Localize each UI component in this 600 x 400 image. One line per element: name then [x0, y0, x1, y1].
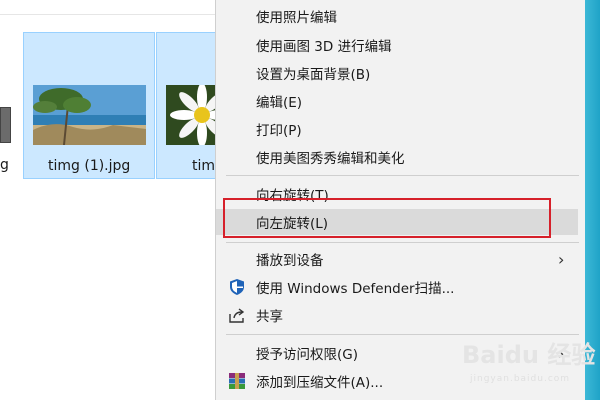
baidu-watermark: Baidu 经验	[462, 341, 596, 369]
menu-separator	[226, 175, 579, 176]
menu-item-rotate-left[interactable]: 向左旋转(L)	[216, 209, 578, 235]
file-name: tim	[192, 158, 216, 174]
menu-item-label: 向右旋转(T)	[256, 188, 329, 204]
menu-item-label: 编辑(E)	[256, 95, 303, 111]
menu-item-defender-scan[interactable]: 使用 Windows Defender扫描...	[216, 274, 578, 300]
menu-item-label: 设置为桌面背景(B)	[256, 67, 371, 83]
chevron-right-icon: ›	[558, 249, 565, 269]
menu-item-print[interactable]: 打印(P)	[216, 116, 578, 142]
baidu-watermark-url: jingyan.baidu.com	[470, 374, 571, 384]
menu-item-edit-with-photos[interactable]: 使用照片编辑	[216, 3, 578, 29]
file-thumbnail-beach	[33, 85, 146, 145]
menu-item-meitu-edit[interactable]: 使用美图秀秀编辑和美化	[216, 144, 578, 170]
menu-item-label: 添加到压缩文件(A)...	[256, 375, 384, 391]
menu-item-label: 共享	[256, 309, 283, 325]
menu-item-edit[interactable]: 编辑(E)	[216, 88, 578, 114]
menu-item-set-desktop-background[interactable]: 设置为桌面背景(B)	[216, 60, 578, 86]
menu-item-label: 使用 Windows Defender扫描...	[256, 281, 455, 297]
partial-file-name: g	[0, 157, 9, 173]
explorer-top-strip	[0, 0, 215, 15]
file-thumbnail-daisy	[166, 85, 221, 145]
file-item-timg-1[interactable]: timg (1).jpg	[23, 32, 155, 179]
menu-item-label: 使用美图秀秀编辑和美化	[256, 151, 405, 167]
menu-item-label: 向左旋转(L)	[256, 216, 329, 232]
menu-item-rotate-right[interactable]: 向右旋转(T)	[216, 181, 578, 207]
menu-item-edit-with-paint3d[interactable]: 使用画图 3D 进行编辑	[216, 32, 578, 58]
menu-item-label: 使用画图 3D 进行编辑	[256, 39, 392, 55]
menu-separator	[226, 242, 579, 243]
file-item-tim[interactable]: tim	[156, 32, 221, 179]
partial-file-thumbnail[interactable]	[0, 107, 11, 143]
menu-item-label: 播放到设备	[256, 253, 324, 269]
menu-item-label: 打印(P)	[256, 123, 302, 139]
shield-icon	[228, 278, 246, 296]
share-icon	[228, 306, 246, 324]
winrar-icon	[228, 372, 246, 390]
menu-item-label: 使用照片编辑	[256, 10, 337, 26]
file-explorer-pane: g timg (1).jpg tim	[0, 0, 221, 400]
menu-item-share[interactable]: 共享	[216, 302, 578, 328]
file-name: timg (1).jpg	[48, 158, 131, 174]
menu-item-label: 授予访问权限(G)	[256, 347, 358, 363]
menu-item-cast-to-device[interactable]: 播放到设备 ›	[216, 246, 578, 272]
